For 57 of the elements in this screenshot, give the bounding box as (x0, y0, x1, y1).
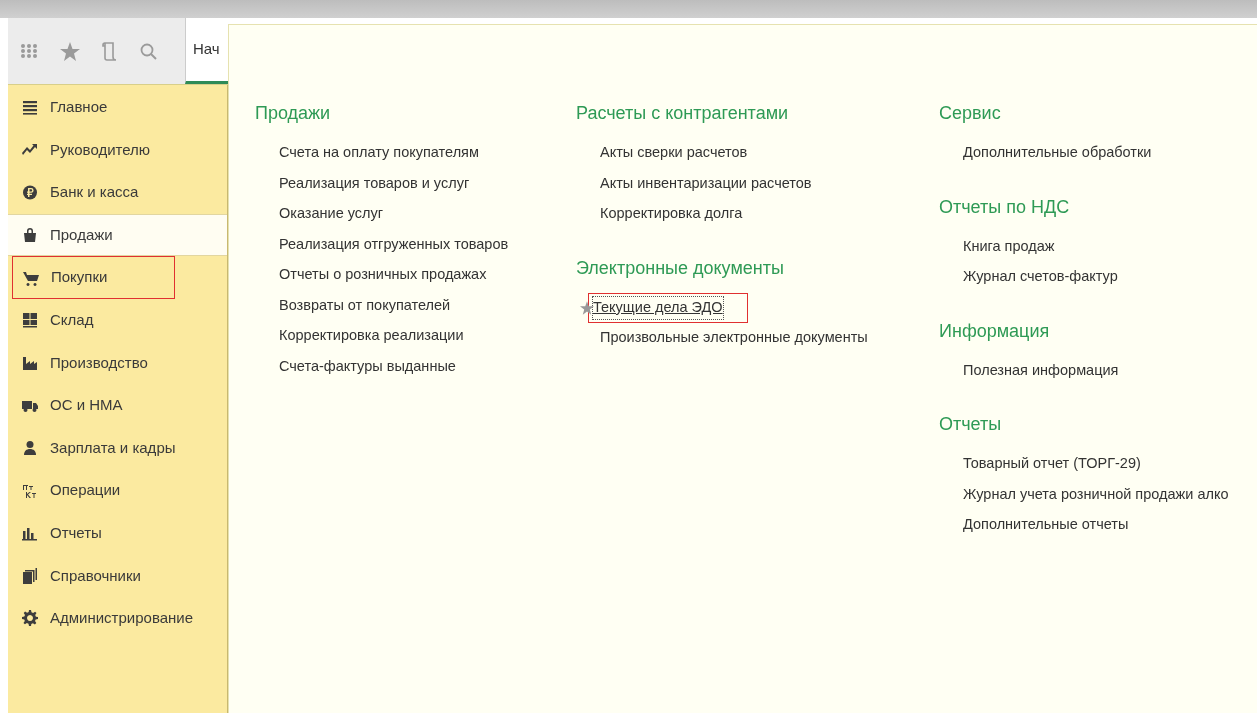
tab[interactable]: Нач (185, 18, 228, 84)
bar-chart-icon (22, 525, 38, 542)
menu-link[interactable]: Журнал счетов-фактур (963, 266, 1118, 289)
menu-link[interactable]: Оказание услуг (279, 203, 384, 226)
menu-link[interactable]: Дополнительные обработки (963, 142, 1152, 165)
sidebar-item[interactable]: Руководителю (8, 128, 227, 172)
star-icon[interactable] (580, 300, 594, 315)
sidebar-item[interactable]: Главное (8, 86, 227, 129)
settings-icon (22, 610, 38, 627)
sidebar-item[interactable]: Справочники (8, 554, 227, 598)
section-heading: Электронные документы (576, 256, 785, 280)
menu-link[interactable]: Возвраты от покупателей (279, 294, 451, 317)
section-heading: Расчеты с контрагентами (576, 102, 790, 125)
letters-icon (22, 482, 38, 499)
menu-link[interactable]: Книга продаж (963, 235, 1055, 258)
factory-icon (22, 354, 38, 371)
menu-link[interactable]: Реализация товаров и услуг (279, 172, 470, 195)
cart-icon (23, 269, 39, 286)
menu-link[interactable]: Отчеты о розничных продажах (279, 264, 487, 287)
menu-link[interactable]: Журнал учета розничной продажи алко (963, 483, 1229, 506)
sidebar-item[interactable]: Банк и касса (8, 171, 227, 214)
sidebar-item[interactable]: Отчеты (8, 511, 227, 555)
sidebar-item[interactable]: Администрирование (8, 597, 227, 640)
menu-icon (22, 99, 38, 116)
menu-link[interactable]: Текущие дела ЭДО (593, 296, 723, 319)
person-icon (22, 440, 38, 457)
menu-link[interactable]: Счета на оплату покупателям (279, 142, 479, 165)
ruble-icon (22, 184, 38, 201)
search-icon[interactable] (140, 42, 157, 60)
section-heading: Отчеты (939, 413, 1003, 436)
menu-link[interactable]: Корректировка реализации (279, 325, 464, 348)
menu-link[interactable]: Акты сверки расчетов (600, 142, 748, 165)
menu-link[interactable]: Акты инвентаризации расчетов (600, 172, 812, 195)
menu-link[interactable]: Счета-фактуры выданные (279, 355, 456, 378)
apps-grid-icon[interactable] (20, 43, 38, 59)
scroll-icon[interactable] (102, 41, 118, 61)
sidebar-item[interactable]: Продажи (8, 213, 227, 257)
section-heading: Информация (939, 319, 1051, 343)
menu-link[interactable]: Полезная информация (963, 359, 1119, 382)
grid-icon (22, 312, 38, 329)
sidebar-item[interactable]: Зарплата и кадры (8, 426, 227, 470)
section-heading: Сервис (939, 102, 1002, 125)
section-heading: Отчеты по НДС (939, 195, 1071, 219)
sidebar-item[interactable]: Производство (8, 341, 227, 385)
sidebar-item[interactable]: Склад (8, 298, 227, 342)
menu-link[interactable]: Товарный отчет (ТОРГ-29) (963, 453, 1141, 476)
sidebar-item[interactable]: Операции (8, 469, 227, 512)
menu-link[interactable]: Корректировка долга (600, 203, 743, 226)
books-icon (22, 567, 38, 584)
sidebar-item[interactable]: ОС и НМА (8, 384, 227, 427)
bag-icon (22, 227, 38, 244)
star-icon[interactable] (60, 41, 80, 61)
menu-link[interactable]: Дополнительные отчеты (963, 514, 1129, 537)
menu-link[interactable]: Реализация отгруженных товаров (279, 233, 509, 256)
menu-link[interactable]: Произвольные электронные документы (600, 327, 868, 350)
section-heading: Продажи (255, 102, 332, 125)
sidebar-item[interactable]: Покупки (12, 256, 175, 299)
